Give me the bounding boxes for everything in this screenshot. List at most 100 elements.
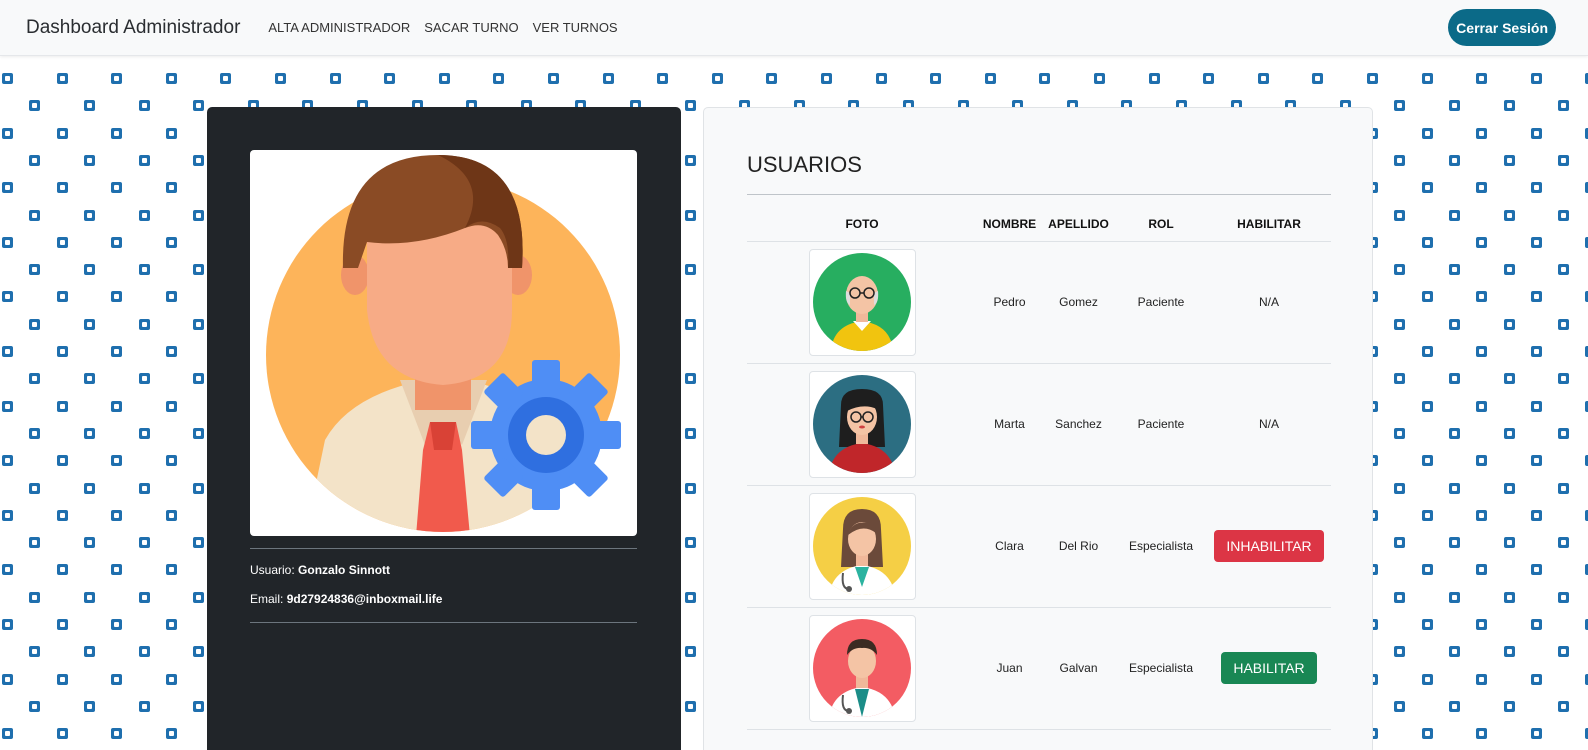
profile-email-row: Email: 9d27924836@inboxmail.life [250,592,442,606]
pattern-square-icon [111,673,123,685]
cell-rol: Especialista [1115,485,1207,608]
table-row: Pedro Gomez Paciente N/A [747,241,1331,364]
pattern-square-icon [1394,154,1406,166]
pattern-square-icon [1558,591,1570,603]
cell-apellido: Del Rio [1042,485,1115,608]
users-title: USUARIOS [747,152,862,177]
pattern-square-icon [83,154,95,166]
pattern-square-icon [83,209,95,221]
brand-title[interactable]: Dashboard Administrador [26,17,240,39]
pattern-square-icon [83,646,95,658]
pattern-square-icon [56,127,68,139]
logout-button[interactable]: Cerrar Sesión [1448,9,1556,46]
pattern-square-icon [984,73,996,84]
female-doctor-avatar-icon [813,497,911,595]
user-photo-clara [808,492,916,600]
profile-divider-bottom [250,622,637,623]
pattern-square-icon [1530,673,1542,685]
pattern-square-icon [111,455,123,467]
pattern-square-icon [1421,564,1433,576]
pattern-square-icon [56,564,68,576]
pattern-square-icon [684,537,696,549]
pattern-square-icon [1394,264,1406,276]
pattern-square-icon [1530,728,1542,740]
pattern-square-icon [766,73,778,84]
pattern-square-icon [193,482,205,494]
pattern-square-icon [165,455,177,467]
nav-link-alta-administrador[interactable]: ALTA ADMINISTRADOR [268,20,410,35]
pattern-square-icon [193,646,205,658]
pattern-square-icon [657,73,669,84]
profile-divider-top [250,548,637,549]
enable-user-button[interactable]: HABILITAR [1221,652,1317,684]
pattern-square-icon [1476,236,1488,248]
pattern-square-icon [684,373,696,385]
pattern-square-icon [29,100,41,112]
pattern-square-icon [1503,482,1515,494]
pattern-square-icon [684,209,696,221]
pattern-square-icon [111,236,123,248]
pattern-square-icon [684,482,696,494]
pattern-square-icon [111,182,123,194]
pattern-square-icon [56,73,68,84]
pattern-square-icon [1503,154,1515,166]
pattern-square-icon [1448,209,1460,221]
pattern-square-icon [193,154,205,166]
pattern-square-icon [56,673,68,685]
pattern-square-icon [1476,291,1488,303]
pattern-square-icon [1530,73,1542,84]
admin-avatar-illustration [266,155,621,532]
pattern-square-icon [2,619,13,630]
pattern-square-icon [1421,400,1433,412]
pattern-square-icon [111,564,123,576]
pattern-square-icon [1421,455,1433,467]
pattern-square-icon [1503,100,1515,112]
pattern-square-icon [1476,455,1488,467]
nav-link-ver-turnos[interactable]: VER TURNOS [533,20,618,35]
pattern-square-icon [2,509,13,521]
pattern-square-icon [165,73,177,84]
pattern-square-icon [1530,291,1542,303]
male-doctor-avatar-icon [813,619,911,717]
cell-apellido: Gomez [1042,241,1115,364]
pattern-square-icon [1394,646,1406,658]
nav-link-sacar-turno[interactable]: SACAR TURNO [424,20,518,35]
pattern-square-icon [1503,318,1515,330]
disable-user-button[interactable]: INHABILITAR [1214,530,1324,562]
pattern-square-icon [29,318,41,330]
pattern-square-icon [2,73,13,84]
pattern-square-icon [1530,127,1542,139]
cell-apellido: Galvan [1042,607,1115,730]
pattern-square-icon [56,728,68,740]
email-label: Email: [250,592,284,606]
pattern-square-icon [83,318,95,330]
pattern-square-icon [1421,509,1433,521]
pattern-square-icon [165,127,177,139]
pattern-square-icon [29,537,41,549]
pattern-square-icon [1476,509,1488,521]
pattern-square-icon [1312,73,1324,84]
pattern-square-icon [1558,318,1570,330]
pattern-square-icon [2,182,13,194]
pattern-square-icon [875,73,887,84]
pattern-square-icon [1394,209,1406,221]
pattern-square-icon [602,73,614,84]
col-foto: FOTO [747,208,977,242]
pattern-square-icon [1503,264,1515,276]
pattern-square-icon [165,619,177,630]
pattern-square-icon [1421,73,1433,84]
pattern-square-icon [83,264,95,276]
pattern-square-icon [684,318,696,330]
pattern-square-icon [1476,564,1488,576]
pattern-square-icon [2,564,13,576]
pattern-square-icon [29,700,41,712]
pattern-square-icon [1558,373,1570,385]
pattern-square-icon [1530,346,1542,357]
cell-nombre: Juan [977,607,1042,730]
pattern-square-icon [1530,509,1542,521]
pattern-square-icon [165,728,177,740]
pattern-square-icon [83,700,95,712]
pattern-square-icon [193,427,205,439]
pattern-square-icon [2,455,13,467]
users-card: USUARIOS FOTO NOMBRE APELLIDO ROL HABILI… [703,107,1373,750]
